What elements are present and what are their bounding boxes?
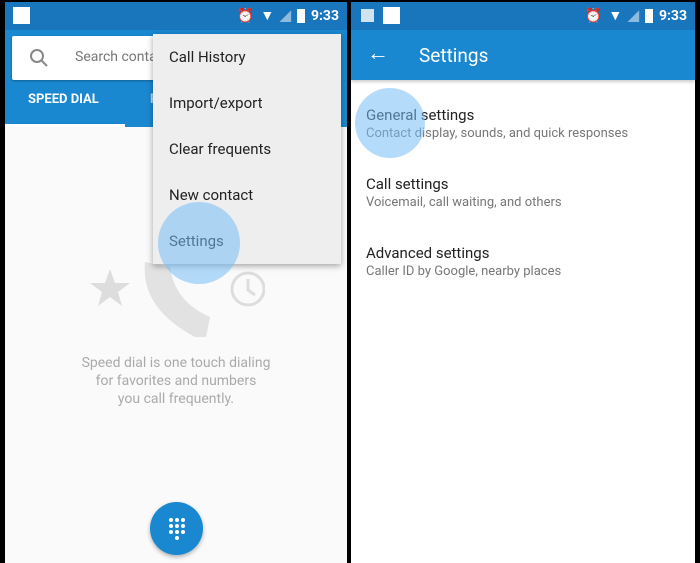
dialpad-button[interactable] [150, 502, 203, 555]
empty-line: you call frequently. [117, 391, 235, 407]
clock: 9:33 [658, 7, 687, 24]
battery-icon [644, 8, 653, 23]
app-bar: ← Settings [351, 30, 695, 80]
back-arrow-icon[interactable]: ← [367, 40, 389, 66]
signal-icon: ◢ [280, 7, 291, 24]
image-icon [361, 9, 374, 22]
settings-screen: ⏰ ▼ ◢ 9:33 ← Settings General settings C… [351, 2, 695, 563]
menu-item-clear-frequents[interactable]: Clear frequents [153, 126, 341, 172]
status-bar: ⏰ ▼ ◢ 9:33 [5, 2, 347, 30]
item-subtitle: Voicemail, call waiting, and others [366, 195, 562, 210]
dialer-screen: ⏰ ▼ ◢ 9:33 Search conta SPEED DIAL R Spe… [5, 2, 347, 563]
item-subtitle: Caller ID by Google, nearby places [366, 264, 562, 279]
battery-icon [296, 8, 305, 23]
menu-item-call-history[interactable]: Call History [153, 34, 341, 80]
status-bar: ⏰ ▼ ◢ 9:33 [351, 2, 695, 30]
item-title: Advanced settings [366, 244, 490, 262]
menu-item-import-export[interactable]: Import/export [153, 80, 341, 126]
tab-indicator [5, 124, 125, 127]
empty-state-text: Speed dial is one touch dialing for favo… [5, 354, 347, 408]
alarm-icon: ⏰ [236, 7, 255, 24]
clock: 9:33 [310, 7, 339, 24]
wifi-icon: ▼ [608, 8, 623, 24]
touch-indicator [355, 88, 425, 158]
empty-line: for favorites and numbers [95, 373, 257, 389]
empty-line: Speed dial is one touch dialing [81, 355, 271, 371]
call-settings-item[interactable]: Call settings Voicemail, call waiting, a… [366, 175, 562, 210]
notification-icon [13, 7, 30, 24]
dialpad-icon [169, 518, 185, 540]
alarm-icon: ⏰ [584, 7, 603, 24]
touch-indicator [158, 202, 240, 284]
advanced-settings-item[interactable]: Advanced settings Caller ID by Google, n… [366, 244, 561, 279]
search-icon [30, 49, 48, 67]
item-title: Call settings [366, 175, 449, 193]
tab-speed-dial[interactable]: SPEED DIAL [28, 92, 99, 107]
wifi-icon: ▼ [260, 8, 275, 24]
signal-icon: ◢ [628, 7, 639, 24]
page-title: Settings [419, 44, 489, 67]
star-icon [90, 269, 130, 306]
notification-icon [383, 7, 400, 24]
search-placeholder: Search conta [75, 49, 157, 65]
